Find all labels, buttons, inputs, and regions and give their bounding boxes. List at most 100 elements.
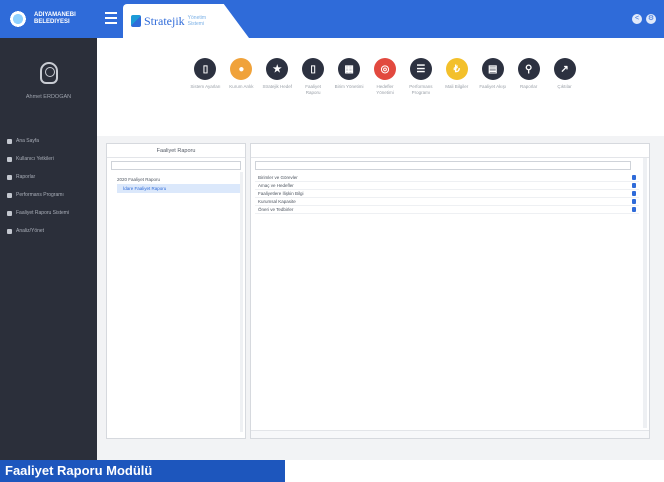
document-icon: ▯ xyxy=(302,58,325,80)
left-scrollbar[interactable] xyxy=(240,172,243,432)
sidebar-item-analysis[interactable]: Analiz/Yönet xyxy=(0,222,97,240)
panel-header xyxy=(251,144,649,158)
module-label: Çıktılar xyxy=(557,84,572,89)
document-icon[interactable] xyxy=(632,191,636,196)
document-icon xyxy=(7,210,12,216)
sidebar-item-label: Analiz/Yönet xyxy=(16,228,45,234)
star-icon: ★ xyxy=(266,58,289,80)
sidebar-item-label: Ana Sayfa xyxy=(16,138,40,144)
sidebar-item-label: Raporlar xyxy=(16,174,36,180)
module-system-settings[interactable]: ▯ Sistem Ayarları xyxy=(190,58,221,126)
panel-footer xyxy=(251,430,649,438)
module-label: Stratejik Hedef xyxy=(262,84,293,89)
brand-line-2: BELEDIYESI xyxy=(34,19,70,25)
list-item-label: Amaç ve Hedefler xyxy=(258,183,294,188)
module-targets[interactable]: ◎ Hedefler Yönetimi xyxy=(370,58,401,126)
module-reports[interactable]: ⚲ Raporlar xyxy=(513,58,544,126)
sidebar-item-performance[interactable]: Performans Programı xyxy=(0,186,97,204)
home-icon xyxy=(7,138,12,144)
module-label: Hedefler Yönetimi xyxy=(376,84,394,95)
sidebar-item-permissions[interactable]: Kullanıcı Yetkileri xyxy=(0,150,97,168)
module-label: Raporlar xyxy=(519,84,538,89)
sidebar-item-label: Kullanıcı Yetkileri xyxy=(16,156,54,162)
tree-filter-input[interactable] xyxy=(111,161,241,170)
list-item[interactable]: Öneri ve Tedbirler xyxy=(255,206,639,214)
module-label: Birim Yönetimi xyxy=(334,84,364,89)
document-icon[interactable] xyxy=(632,175,636,180)
brand-text: ADIYAMANEBI BELEDIYESI xyxy=(34,12,76,26)
panel-title: Faaliyet Raporu xyxy=(107,144,245,158)
user-name: Ahmet ERDOGAN xyxy=(25,94,72,100)
sidebar-item-activity-report[interactable]: Faaliyet Raporu Sistemi xyxy=(0,204,97,222)
module-performance[interactable]: ☰ Performans Programı xyxy=(405,58,436,126)
top-actions: < ⚙ xyxy=(632,14,656,24)
module-outputs[interactable]: ↗ Çıktılar xyxy=(549,58,580,126)
sidebar-item-home[interactable]: Ana Sayfa xyxy=(0,132,97,150)
module-finance[interactable]: ₺ Mali Bilgiler xyxy=(441,58,472,126)
module-label: Faaliyet Raporu xyxy=(305,84,322,95)
menu-toggle-icon[interactable] xyxy=(105,12,117,24)
section-list: Birimler ve Görevler Amaç ve Hedefler Fa… xyxy=(251,173,643,215)
module-toolbar: ▯ Sistem Ayarları ● Kurum Anlık ★ Stratejik… xyxy=(190,58,580,126)
module-label: Performans Programı xyxy=(409,84,433,95)
list-item[interactable]: Amaç ve Hedefler xyxy=(255,182,639,190)
list-item-label: Kurumsal Kapasite xyxy=(258,199,296,204)
sidebar-item-label: Faaliyet Raporu Sistemi xyxy=(16,210,70,216)
right-scrollbar[interactable] xyxy=(643,158,647,428)
caption-area: Faaliyet Raporu Modülü xyxy=(0,460,664,482)
list-item[interactable]: Kurumsal Kapasite xyxy=(255,198,639,206)
briefcase-icon: ▤ xyxy=(481,58,504,80)
tree-node-selected[interactable]: İdare Faaliyet Raporu xyxy=(117,184,241,193)
share-icon[interactable]: < xyxy=(632,14,642,24)
module-institution[interactable]: ● Kurum Anlık xyxy=(226,58,257,126)
group-icon: ● xyxy=(230,58,253,80)
module-label: Sistem Ayarları xyxy=(190,84,221,89)
document-icon[interactable] xyxy=(632,207,636,212)
report-tree: 2020 Faaliyet Raporu İdare Faaliyet Rapo… xyxy=(107,173,245,195)
sidebar-item-label: Performans Programı xyxy=(16,192,64,198)
chart-icon xyxy=(7,174,12,180)
document-icon[interactable] xyxy=(632,199,636,204)
module-strategic-goal[interactable]: ★ Stratejik Hedef xyxy=(262,58,293,126)
municipality-logo-icon xyxy=(8,9,28,29)
building-icon: ▦ xyxy=(338,58,361,80)
gauge-icon xyxy=(7,192,12,198)
module-flow[interactable]: ▤ Faaliyet Akışı xyxy=(477,58,508,126)
export-icon: ↗ xyxy=(553,58,576,80)
target-icon: ◎ xyxy=(373,58,396,80)
coin-icon: ₺ xyxy=(445,58,468,80)
list-item-label: Faaliyetlere İlişkin Bilgi xyxy=(258,191,304,196)
section-search-input[interactable] xyxy=(255,161,631,170)
app-logo[interactable]: Stratejik Yönetim Sistemi xyxy=(123,4,249,38)
list-item[interactable]: Birimler ve Görevler xyxy=(255,174,639,182)
report-sections-panel: Birimler ve Görevler Amaç ve Hedefler Fa… xyxy=(250,143,650,439)
module-units[interactable]: ▦ Birim Yönetimi xyxy=(334,58,365,126)
list-icon: ☰ xyxy=(409,58,432,80)
module-label: Kurum Anlık xyxy=(229,84,254,89)
caption-label: Faaliyet Raporu Modülü xyxy=(0,460,285,482)
list-item-label: Birimler ve Görevler xyxy=(258,175,298,180)
sidebar: ADIYAMANEBI BELEDIYESI Ahmet ERDOGAN Ana… xyxy=(0,0,97,460)
stratejik-logo-icon xyxy=(131,15,141,27)
logo-title: Stratejik xyxy=(144,13,185,28)
clipboard-icon: ▯ xyxy=(194,58,217,80)
brand-line-1: ADIYAMANEBI xyxy=(34,12,76,18)
settings-icon xyxy=(7,228,12,234)
module-label: Mali Bilgiler xyxy=(445,84,469,89)
module-label: Faaliyet Akışı xyxy=(479,84,507,89)
module-activity-report[interactable]: ▯ Faaliyet Raporu xyxy=(298,58,329,126)
sidebar-menu: Ana Sayfa Kullanıcı Yetkileri Raporlar P… xyxy=(0,132,97,240)
logo-subtitle: Yönetim Sistemi xyxy=(187,15,207,27)
top-bar: Stratejik Yönetim Sistemi < ⚙ xyxy=(97,0,664,38)
sidebar-item-reports[interactable]: Raporlar xyxy=(0,168,97,186)
list-item-label: Öneri ve Tedbirler xyxy=(258,207,294,212)
user-block: Ahmet ERDOGAN xyxy=(0,38,97,124)
avatar-icon xyxy=(39,62,58,84)
user-icon xyxy=(7,156,12,162)
document-icon[interactable] xyxy=(632,183,636,188)
list-item[interactable]: Faaliyetlere İlişkin Bilgi xyxy=(255,190,639,198)
settings-icon[interactable]: ⚙ xyxy=(646,14,656,24)
tree-node[interactable]: 2020 Faaliyet Raporu xyxy=(111,175,241,184)
brand[interactable]: ADIYAMANEBI BELEDIYESI xyxy=(0,0,97,38)
search-document-icon: ⚲ xyxy=(517,58,540,80)
